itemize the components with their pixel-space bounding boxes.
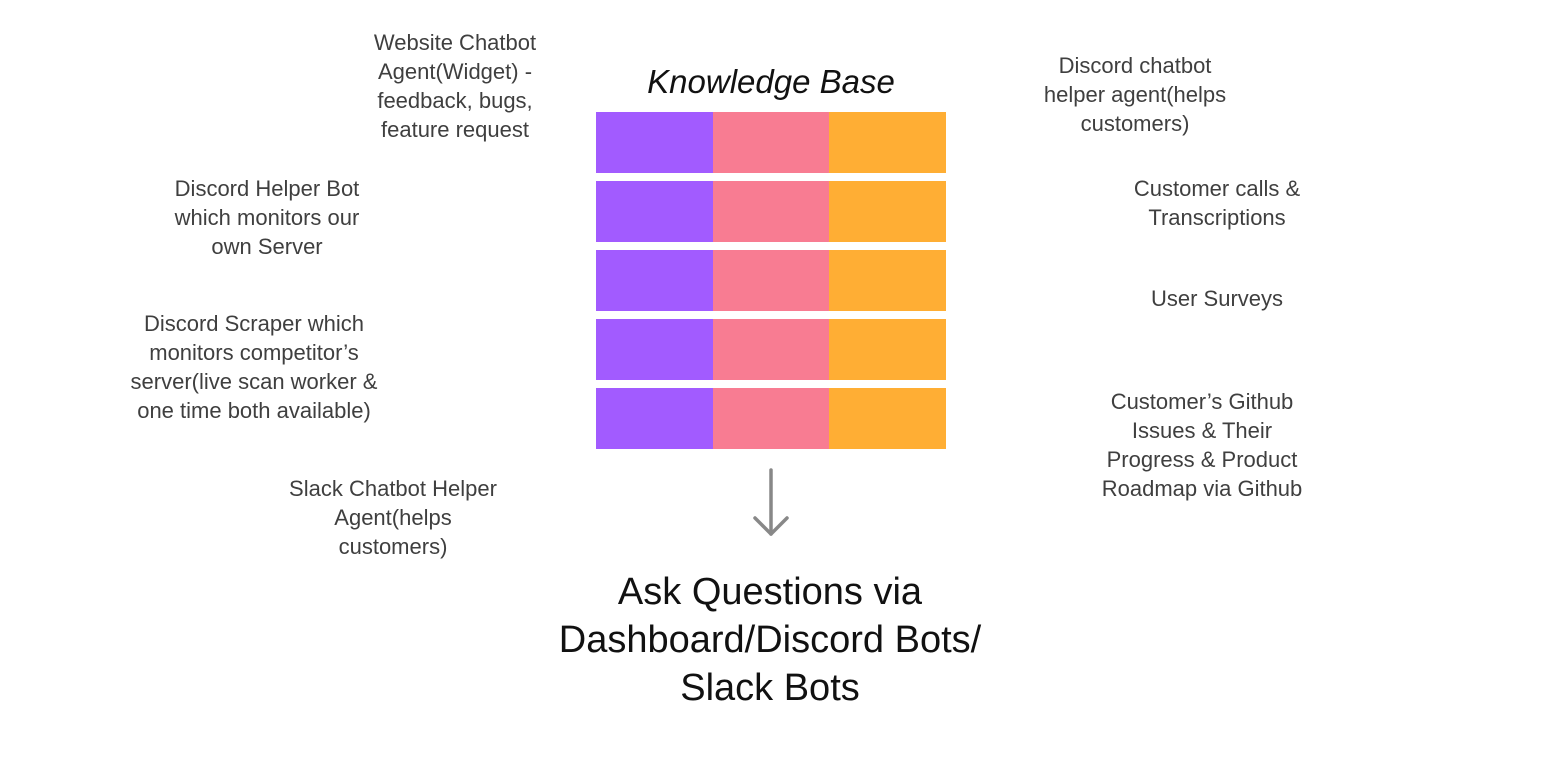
kb-cell	[829, 112, 947, 173]
kb-cell	[829, 181, 947, 242]
kb-row	[596, 250, 947, 311]
source-discord-scraper: Discord Scraper which monitors competito…	[130, 311, 378, 423]
source-discord-chatbot-helper: Discord chatbot helper agent(helps custo…	[1043, 53, 1227, 136]
source-user-surveys: User Surveys	[1150, 286, 1284, 311]
kb-cell	[712, 112, 830, 173]
down-arrow-icon	[753, 468, 789, 536]
ask-questions-text: Ask Questions via Dashboard/Discord Bots…	[558, 571, 982, 709]
source-discord-helper-bot: Discord Helper Bot which monitors our ow…	[174, 176, 360, 259]
kb-row	[596, 181, 947, 242]
kb-row	[596, 388, 947, 449]
kb-cell	[712, 181, 830, 242]
source-github-issues: Customer’s Github Issues & Their Progres…	[1101, 389, 1303, 501]
kb-cell	[712, 388, 830, 449]
kb-cell	[829, 388, 947, 449]
kb-cell	[829, 319, 947, 380]
source-slack-chatbot: Slack Chatbot Helper Agent(helps custome…	[289, 476, 497, 559]
knowledge-base-title: Knowledge Base	[647, 63, 895, 100]
kb-cell	[596, 250, 713, 311]
kb-cell	[712, 250, 830, 311]
kb-row	[596, 112, 947, 173]
kb-cell	[829, 250, 947, 311]
kb-cell	[596, 319, 713, 380]
kb-row	[596, 319, 947, 380]
source-customer-calls: Customer calls & Transcriptions	[1133, 176, 1301, 230]
knowledge-base-grid	[596, 112, 947, 449]
kb-cell	[596, 181, 713, 242]
kb-cell	[712, 319, 830, 380]
kb-cell	[596, 112, 713, 173]
source-website-chatbot: Website Chatbot Agent(Widget) - feedback…	[373, 30, 537, 142]
kb-cell	[596, 388, 713, 449]
